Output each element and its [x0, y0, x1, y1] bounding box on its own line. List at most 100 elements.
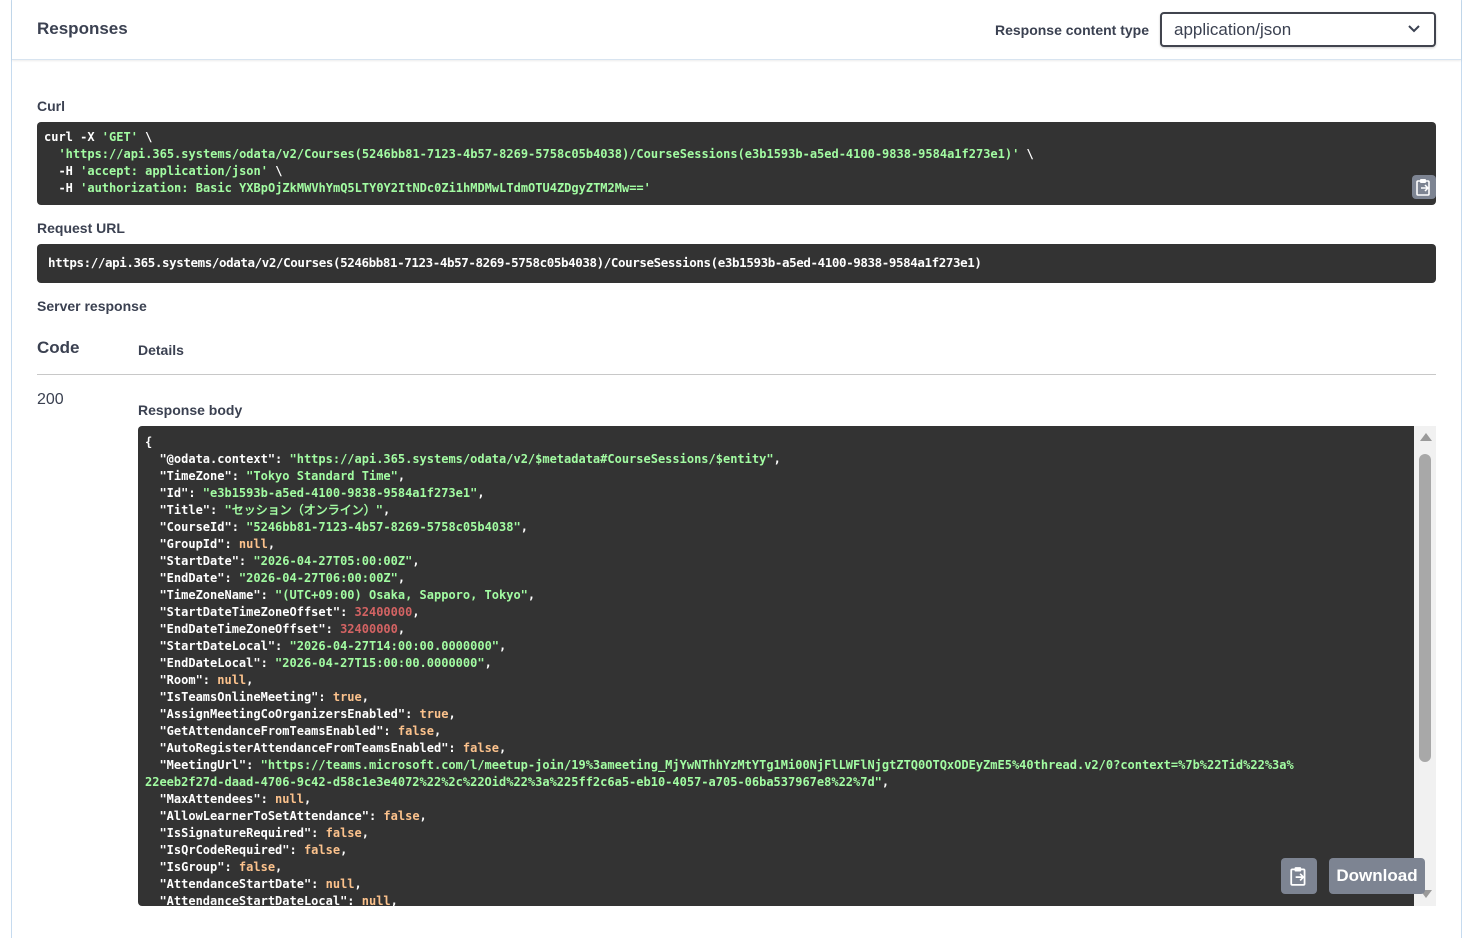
code-line: "StartDateTimeZoneOffset": 32400000,	[145, 604, 1294, 621]
code-token: "(UTC+09:00) Osaka, Sapporo, Tokyo"	[275, 588, 528, 602]
code-token: 'GET'	[101, 130, 138, 144]
scrollbar-thumb[interactable]	[1419, 454, 1431, 762]
code-token: 'accept: application/json'	[80, 164, 268, 178]
code-token: null	[238, 537, 268, 551]
code-line: "MaxAttendees": null,	[145, 791, 1294, 808]
code-token: ,	[390, 894, 398, 906]
curl-code-block: curl -X 'GET' \ 'https://api.365.systems…	[37, 122, 1436, 205]
code-line: "AllowLearnerToSetAttendance": false,	[145, 808, 1294, 825]
code-token: "AttendanceStartDate":	[145, 877, 326, 891]
content-type-value: application/json	[1174, 20, 1292, 39]
code-token: ,	[267, 537, 276, 551]
code-token: true	[419, 707, 449, 721]
code-token: ,	[484, 656, 492, 670]
code-token: "AllowLearnerToSetAttendance":	[145, 809, 384, 823]
code-token: "Tokyo Standard Time"	[246, 469, 398, 483]
code-token: false	[238, 860, 276, 874]
code-token: false	[383, 809, 420, 823]
code-line: "IsGroup": false,	[145, 859, 1294, 876]
code-token: "CourseId":	[145, 520, 247, 534]
code-token: "TimeZoneName":	[145, 588, 276, 602]
code-line: "TimeZone": "Tokyo Standard Time",	[145, 468, 1294, 485]
code-line: 'https://api.365.systems/odata/v2/Course…	[44, 146, 1429, 163]
code-token: "GetAttendanceFromTeamsEnabled":	[145, 724, 398, 738]
response-body-scrollbar[interactable]	[1414, 426, 1436, 906]
code-line: "Title": "セッション（オンライン）",	[145, 502, 1294, 519]
code-token: "Id":	[145, 486, 203, 500]
code-token: ,	[361, 826, 369, 840]
code-token: 22eeb2f27d-daad-4706-9c42-d58c1e3e4072%2…	[145, 775, 882, 789]
content-type-label: Response content type	[994, 22, 1149, 38]
response-table-header: Code Details	[37, 335, 1436, 375]
code-line: "AttendanceStartDateLocal": null,	[145, 893, 1294, 906]
code-token: "EndDateTimeZoneOffset":	[145, 622, 341, 636]
code-token: false	[462, 741, 500, 755]
code-line: "IsQrCodeRequired": false,	[145, 842, 1294, 859]
code-token: "StartDate":	[145, 554, 254, 568]
code-token: ,	[881, 775, 890, 789]
request-url-value: https://api.365.systems/odata/v2/Courses…	[48, 255, 982, 270]
content-type-select[interactable]: application/json	[1160, 12, 1436, 47]
code-token: ,	[419, 809, 427, 823]
responses-title: Responses	[37, 19, 128, 38]
response-body-label: Response body	[138, 402, 243, 418]
code-token: "IsSignatureRequired":	[145, 826, 326, 840]
code-token: null	[361, 894, 391, 906]
code-token: 32400000	[354, 605, 413, 619]
curl-label: Curl	[37, 98, 65, 114]
code-line: {	[145, 434, 1294, 451]
code-line: "TimeZoneName": "(UTC+09:00) Osaka, Sapp…	[145, 587, 1294, 604]
code-token: ,	[246, 673, 254, 687]
code-line: -H 'authorization: Basic YXBpOjZkMWVhYmQ…	[44, 180, 1429, 197]
response-status-code: 200	[37, 391, 64, 408]
curl-command: curl -X 'GET' \ 'https://api.365.systems…	[44, 129, 1429, 197]
code-line: "EndDateTimeZoneOffset": 32400000,	[145, 621, 1294, 638]
code-token: null	[217, 673, 247, 687]
code-token: null	[275, 792, 304, 806]
code-token: ,	[275, 860, 283, 874]
server-response-label: Server response	[37, 298, 147, 314]
clipboard-copy-icon	[1290, 867, 1306, 886]
code-line: "StartDateLocal": "2026-04-27T14:00:00.0…	[145, 638, 1294, 655]
code-line: "CourseId": "5246bb81-7123-4b57-8269-575…	[145, 519, 1294, 536]
code-token: ,	[520, 520, 528, 534]
code-token: ,	[340, 843, 348, 857]
scroll-up-arrow-icon[interactable]	[1420, 433, 1432, 441]
response-copy-button[interactable]	[1281, 858, 1317, 894]
code-line: "AutoRegisterAttendanceFromTeamsEnabled"…	[145, 740, 1294, 757]
code-token: "Room":	[145, 673, 218, 687]
curl-copy-button[interactable]	[1412, 175, 1436, 199]
code-token: "AttendanceStartDateLocal":	[145, 894, 362, 906]
code-line: "Id": "e3b1593b-a5ed-4100-9838-9584a1f27…	[145, 485, 1294, 502]
code-token: "StartDateTimeZoneOffset":	[145, 605, 355, 619]
code-token: "EndDate":	[145, 571, 239, 585]
code-line: 22eeb2f27d-daad-4706-9c42-d58c1e3e4072%2…	[145, 774, 1294, 791]
code-token: "IsQrCodeRequired":	[145, 843, 304, 857]
code-token: "2026-04-27T14:00:00.0000000"	[289, 639, 500, 653]
code-token: ,	[397, 469, 406, 483]
responses-panel: Responses Response content type applicat…	[11, 0, 1462, 938]
code-token: -H	[44, 164, 81, 178]
code-line: "AttendanceStartDate": null,	[145, 876, 1294, 893]
code-line: "@odata.context": "https://api.365.syste…	[145, 451, 1294, 468]
clipboard-copy-icon	[1416, 179, 1430, 196]
code-token: "MeetingUrl":	[145, 758, 261, 772]
code-token: "2026-04-27T15:00:00.0000000"	[275, 656, 485, 670]
code-token: "AssignMeetingCoOrganizersEnabled":	[145, 707, 420, 721]
code-token: "IsGroup":	[145, 860, 239, 874]
code-token: "https://teams.microsoft.com/l/meetup-jo…	[260, 758, 1294, 772]
code-token: ,	[397, 571, 406, 585]
code-token: "セッション（オンライン）"	[224, 503, 383, 517]
code-token: "2026-04-27T05:00:00Z"	[253, 554, 413, 568]
code-token: ,	[477, 486, 485, 500]
code-line: "EndDateLocal": "2026-04-27T15:00:00.000…	[145, 655, 1294, 672]
code-token: true	[332, 690, 362, 704]
code-token: ,	[397, 622, 406, 636]
code-token: ,	[527, 588, 536, 602]
download-button[interactable]: Download	[1329, 858, 1425, 894]
code-token: \	[1019, 147, 1034, 161]
code-token: \	[137, 130, 153, 144]
code-line: "MeetingUrl": "https://teams.microsoft.c…	[145, 757, 1294, 774]
code-line: "IsTeamsOnlineMeeting": true,	[145, 689, 1294, 706]
chevron-down-icon	[1408, 25, 1420, 33]
